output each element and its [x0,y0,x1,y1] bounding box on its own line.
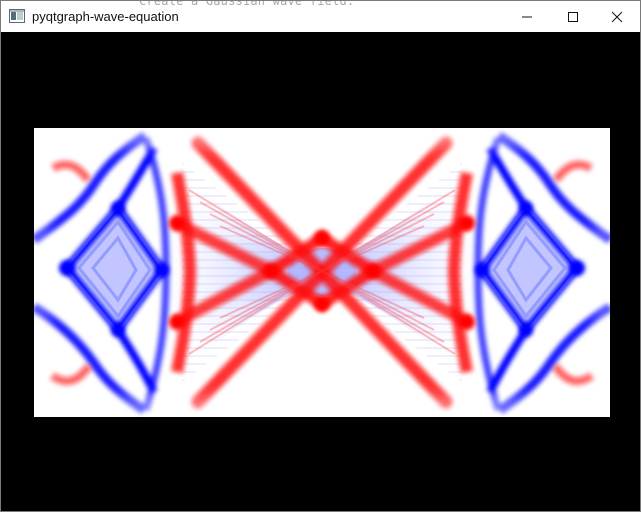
overlapping-background-text: Create a Gaussian wave field. [139,0,355,8]
close-icon [611,11,623,22]
minimize-icon [522,16,532,17]
application-icon [9,9,25,23]
application-window: Create a Gaussian wave field. pyqtgraph-… [0,0,641,512]
maximize-button[interactable] [550,1,596,32]
minimize-button[interactable] [504,1,550,32]
close-button[interactable] [594,1,640,32]
wave-field-image[interactable] [34,128,610,417]
maximize-icon [568,11,578,22]
window-title: pyqtgraph-wave-equation [32,9,179,24]
wave-field-canvas[interactable] [34,128,610,417]
window-titlebar[interactable]: Create a Gaussian wave field. pyqtgraph-… [1,1,640,32]
